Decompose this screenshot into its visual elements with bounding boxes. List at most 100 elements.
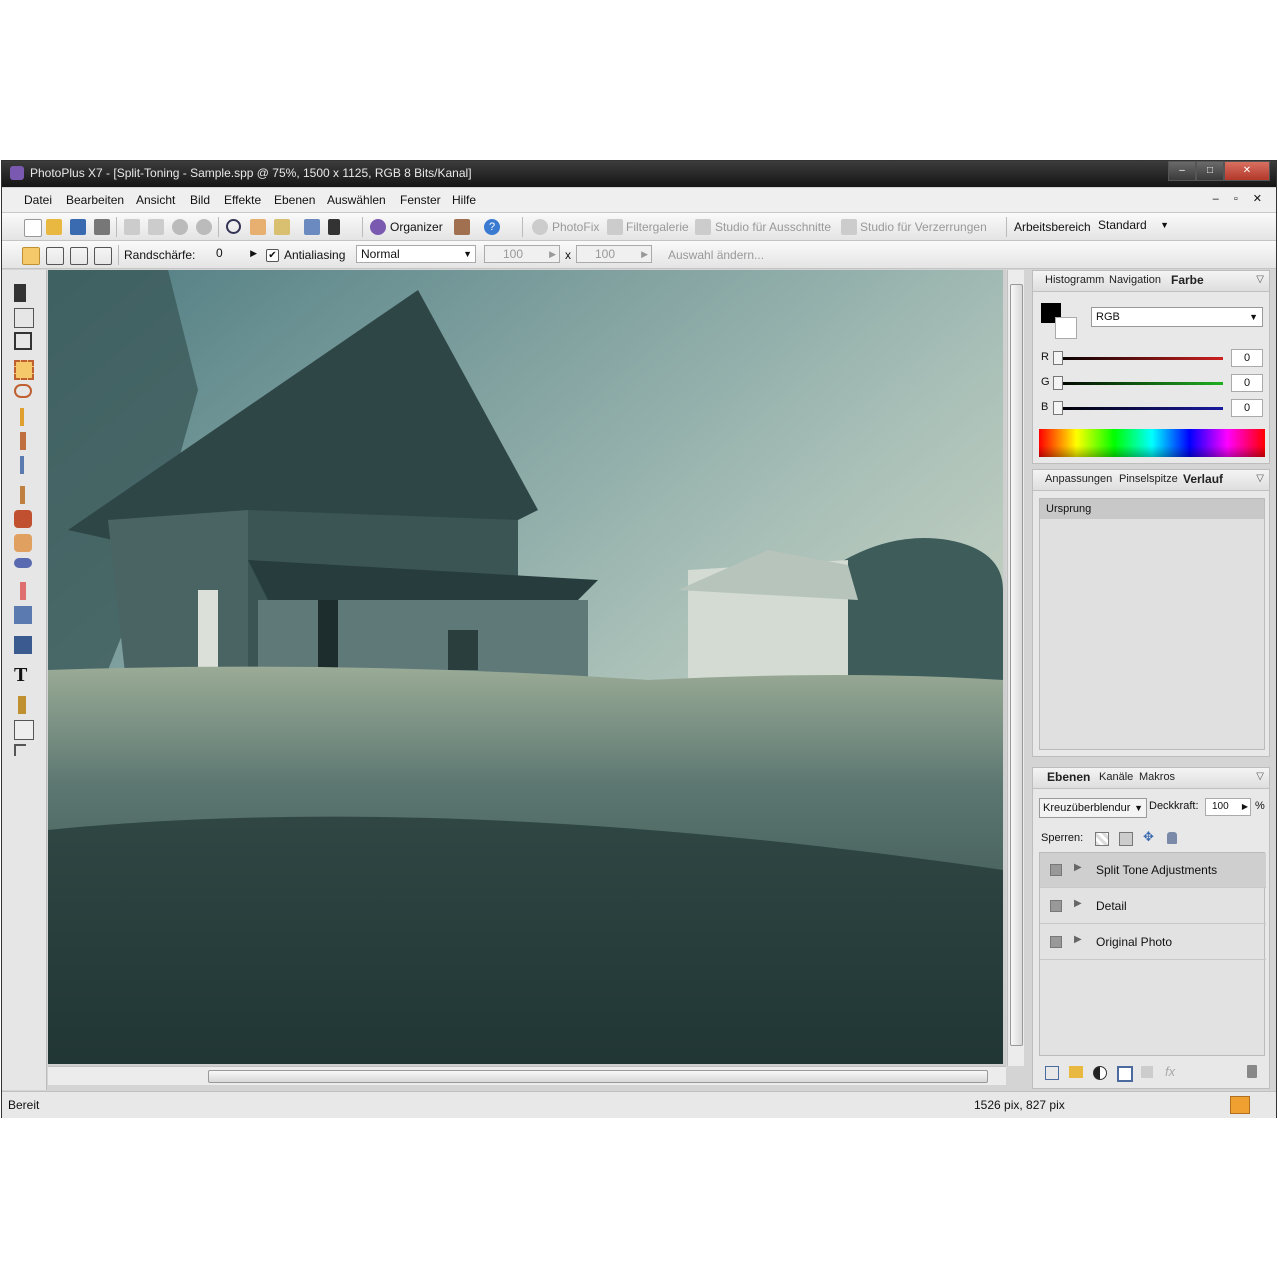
photofix-button[interactable]: PhotoFix bbox=[552, 220, 599, 234]
pen-tool-icon[interactable] bbox=[18, 696, 26, 714]
undo-icon[interactable] bbox=[172, 219, 188, 235]
layer-blend-mode-select[interactable]: Kreuzüberblendur ▼ bbox=[1039, 798, 1147, 818]
green-value-input[interactable]: 0 bbox=[1231, 374, 1263, 392]
tab-navigation[interactable]: Navigation bbox=[1109, 274, 1161, 286]
move-tool-icon[interactable] bbox=[14, 284, 26, 302]
lasso-tool-icon[interactable] bbox=[14, 384, 32, 398]
color-spectrum[interactable] bbox=[1039, 429, 1265, 457]
organizer-button[interactable]: Organizer bbox=[390, 220, 443, 234]
filter-gallery-icon[interactable] bbox=[607, 219, 623, 235]
clone-stamp-tool-icon[interactable] bbox=[14, 510, 32, 528]
print-icon[interactable] bbox=[94, 219, 110, 235]
blue-slider-thumb[interactable] bbox=[1053, 401, 1063, 415]
menu-hilfe[interactable]: Hilfe bbox=[452, 193, 476, 207]
filtergalerie-button[interactable]: Filtergalerie bbox=[626, 220, 689, 234]
cutout-studio-icon[interactable] bbox=[695, 219, 711, 235]
panel-menu-icon[interactable]: ▽ bbox=[1256, 771, 1264, 782]
expand-arrow-icon[interactable]: ▶ bbox=[1074, 862, 1082, 873]
duplicate-layer-icon[interactable] bbox=[1141, 1066, 1153, 1078]
menu-auswaehlen[interactable]: Auswählen bbox=[327, 193, 386, 207]
organizer-icon[interactable] bbox=[370, 219, 386, 235]
warp-studio-icon[interactable] bbox=[841, 219, 857, 235]
lock-transparency-icon[interactable] bbox=[1095, 832, 1109, 846]
mdi-controls[interactable]: – ▫ ✕ bbox=[1213, 192, 1268, 205]
maximize-button[interactable]: □ bbox=[1196, 161, 1224, 181]
layer-visibility-toggle[interactable] bbox=[1050, 936, 1062, 948]
magic-wand-tool-icon[interactable] bbox=[20, 408, 24, 426]
vertical-scroll-thumb[interactable] bbox=[1010, 284, 1023, 1046]
text-tool-icon[interactable]: T bbox=[14, 665, 32, 685]
color-mode-select[interactable]: RGB ▼ bbox=[1091, 307, 1263, 327]
menu-effekte[interactable]: Effekte bbox=[224, 193, 261, 207]
hand-icon[interactable] bbox=[250, 219, 266, 235]
save-icon[interactable] bbox=[70, 219, 86, 235]
redo-icon[interactable] bbox=[196, 219, 212, 235]
new-layer-icon[interactable] bbox=[1045, 1066, 1059, 1080]
paste-icon[interactable] bbox=[148, 219, 164, 235]
horizontal-scrollbar[interactable] bbox=[48, 1066, 1006, 1085]
blue-slider[interactable] bbox=[1055, 407, 1223, 410]
healing-tool-icon[interactable] bbox=[14, 534, 32, 552]
lock-pixels-icon[interactable] bbox=[1119, 832, 1133, 846]
layer-visibility-toggle[interactable] bbox=[1050, 864, 1062, 876]
tab-makros[interactable]: Makros bbox=[1139, 771, 1175, 783]
pointer-icon[interactable] bbox=[328, 219, 340, 235]
photofix-icon[interactable] bbox=[532, 219, 548, 235]
eraser-tool-icon[interactable] bbox=[20, 582, 26, 600]
red-value-input[interactable]: 0 bbox=[1231, 349, 1263, 367]
shape-tool-icon[interactable] bbox=[14, 720, 34, 740]
studio-ausschnitte-button[interactable]: Studio für Ausschnitte bbox=[715, 220, 831, 234]
trash-icon[interactable] bbox=[1247, 1065, 1257, 1078]
intersect-selection-icon[interactable] bbox=[94, 247, 112, 265]
brush-icon[interactable] bbox=[304, 219, 320, 235]
rectangle-selection-tool-icon[interactable] bbox=[14, 360, 34, 380]
panel-menu-icon[interactable]: ▽ bbox=[1256, 473, 1264, 484]
add-selection-icon[interactable] bbox=[46, 247, 64, 265]
tab-ebenen[interactable]: Ebenen bbox=[1047, 770, 1090, 784]
expand-arrow-icon[interactable]: ▶ bbox=[1074, 934, 1082, 945]
feather-input[interactable]: 0 ▶ bbox=[212, 245, 260, 263]
lock-position-icon[interactable]: ✥ bbox=[1143, 830, 1157, 844]
tab-histogramm[interactable]: Histogramm bbox=[1045, 274, 1104, 286]
horizontal-scroll-thumb[interactable] bbox=[208, 1070, 988, 1083]
tab-kanaele[interactable]: Kanäle bbox=[1099, 771, 1133, 783]
green-slider-thumb[interactable] bbox=[1053, 376, 1063, 390]
tab-farbe[interactable]: Farbe bbox=[1171, 273, 1204, 287]
menu-bild[interactable]: Bild bbox=[190, 193, 210, 207]
eyedropper-tool-icon[interactable] bbox=[20, 456, 24, 474]
red-slider[interactable] bbox=[1055, 357, 1223, 360]
layer-row[interactable]: ▶ Split Tone Adjustments bbox=[1040, 853, 1266, 888]
antialias-checkbox[interactable]: ✔ bbox=[266, 249, 279, 262]
opacity-input[interactable]: 100 ▶ bbox=[1205, 798, 1251, 816]
open-folder-icon[interactable] bbox=[46, 219, 62, 235]
fill-tool-icon[interactable] bbox=[14, 606, 32, 624]
paintbrush-tool-icon[interactable] bbox=[20, 486, 25, 504]
adjustment-layer-icon[interactable] bbox=[1093, 1066, 1107, 1080]
modify-selection-button[interactable]: Auswahl ändern... bbox=[668, 248, 764, 262]
vertical-scrollbar[interactable] bbox=[1007, 270, 1024, 1066]
layer-visibility-toggle[interactable] bbox=[1050, 900, 1062, 912]
layer-row[interactable]: ▶ Detail bbox=[1040, 889, 1266, 924]
width-input[interactable]: 100 ▶ bbox=[484, 245, 560, 263]
panel-menu-icon[interactable]: ▽ bbox=[1256, 274, 1264, 285]
help-icon[interactable]: ? bbox=[484, 219, 500, 235]
canvas-area[interactable] bbox=[48, 270, 1006, 1066]
menu-bearbeiten[interactable]: Bearbeiten bbox=[66, 193, 124, 207]
workspace-select[interactable]: Standard ▼ bbox=[1094, 217, 1172, 235]
mask-icon[interactable] bbox=[1117, 1066, 1133, 1082]
studio-verzerrungen-button[interactable]: Studio für Verzerrungen bbox=[860, 220, 987, 234]
close-button[interactable]: ✕ bbox=[1224, 161, 1270, 181]
expand-arrow-icon[interactable]: ▶ bbox=[1074, 898, 1082, 909]
deform-tool-icon[interactable] bbox=[14, 308, 34, 328]
minimize-button[interactable]: – bbox=[1168, 161, 1196, 181]
tab-verlauf[interactable]: Verlauf bbox=[1183, 472, 1223, 486]
tab-pinselspitze[interactable]: Pinselspitze bbox=[1119, 473, 1178, 485]
new-group-icon[interactable] bbox=[1069, 1066, 1083, 1078]
tab-anpassungen[interactable]: Anpassungen bbox=[1045, 473, 1112, 485]
menu-ebenen[interactable]: Ebenen bbox=[274, 193, 315, 207]
subtract-selection-icon[interactable] bbox=[70, 247, 88, 265]
blue-value-input[interactable]: 0 bbox=[1231, 399, 1263, 417]
node-edit-tool-icon[interactable] bbox=[14, 744, 26, 756]
fx-icon[interactable]: fx bbox=[1165, 1064, 1175, 1079]
menu-fenster[interactable]: Fenster bbox=[400, 193, 441, 207]
